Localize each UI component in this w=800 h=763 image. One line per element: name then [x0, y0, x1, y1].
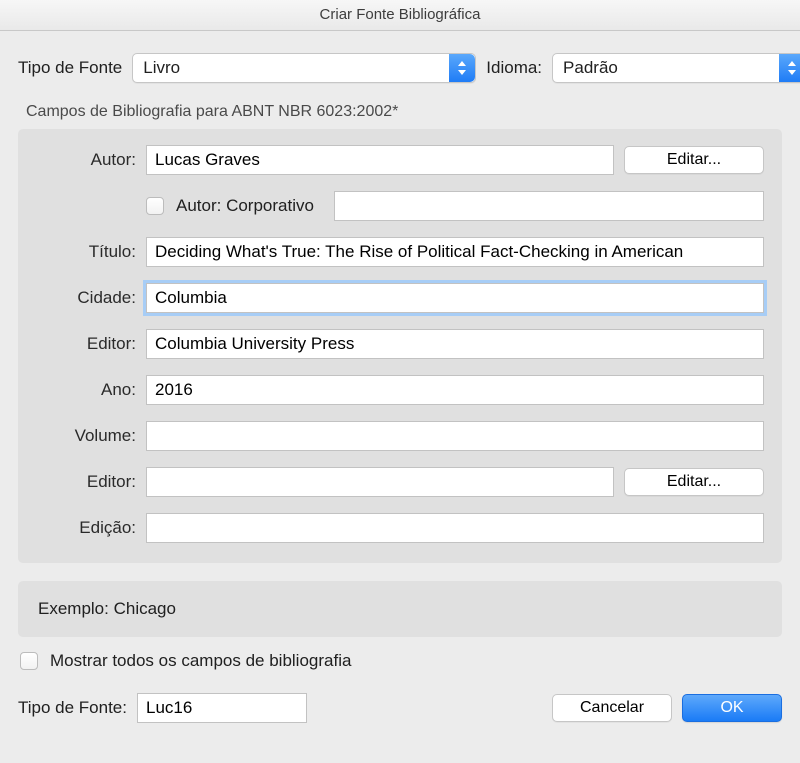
show-all-label: Mostrar todos os campos de bibliografia [50, 651, 351, 671]
city-label: Cidade: [36, 288, 146, 308]
row-editor2: Editor: Editar... [36, 467, 764, 497]
fields-panel: Autor: Editar... Autor: Corporativo Títu… [18, 129, 782, 563]
source-type-select[interactable]: Livro [132, 53, 476, 83]
author-label: Autor: [36, 150, 146, 170]
show-all-checkbox[interactable] [20, 652, 38, 670]
source-type-value: Livro [143, 58, 180, 78]
source-type-label: Tipo de Fonte [18, 58, 122, 78]
author-corporate-checkbox[interactable] [146, 197, 164, 215]
example-panel: Exemplo: Chicago [18, 581, 782, 637]
row-city: Cidade: [36, 283, 764, 313]
updown-icon [449, 54, 475, 82]
language-label: Idioma: [486, 58, 542, 78]
title-label: Título: [36, 242, 146, 262]
row-title: Título: [36, 237, 764, 267]
window-titlebar: Criar Fonte Bibliográfica [0, 0, 800, 31]
show-all-row[interactable]: Mostrar todos os campos de bibliografia [20, 651, 782, 671]
example-text: Exemplo: Chicago [38, 599, 176, 618]
row-edition: Edição: [36, 513, 764, 543]
year-label: Ano: [36, 380, 146, 400]
edition-label: Edição: [36, 518, 146, 538]
volume-label: Volume: [36, 426, 146, 446]
editor2-edit-button[interactable]: Editar... [624, 468, 764, 496]
publisher-input[interactable] [146, 329, 764, 359]
publisher-label: Editor: [36, 334, 146, 354]
ok-button[interactable]: OK [682, 694, 782, 722]
footer-row: Tipo de Fonte: Cancelar OK [18, 693, 782, 723]
row-publisher: Editor: [36, 329, 764, 359]
city-input[interactable] [146, 283, 764, 313]
author-edit-button[interactable]: Editar... [624, 146, 764, 174]
editor2-label: Editor: [36, 472, 146, 492]
author-corporate-toggle[interactable]: Autor: Corporativo [146, 196, 314, 216]
row-volume: Volume: [36, 421, 764, 451]
title-input[interactable] [146, 237, 764, 267]
row-year: Ano: [36, 375, 764, 405]
cancel-button[interactable]: Cancelar [552, 694, 672, 722]
author-input[interactable] [146, 145, 614, 175]
section-label: Campos de Bibliografia para ABNT NBR 602… [26, 103, 782, 121]
language-select[interactable]: Padrão [552, 53, 800, 83]
row-author-corporate: Autor: Corporativo [36, 191, 764, 221]
updown-icon [779, 54, 800, 82]
year-input[interactable] [146, 375, 764, 405]
editor2-input[interactable] [146, 467, 614, 497]
top-row: Tipo de Fonte Livro Idioma: Padrão [18, 53, 782, 83]
row-author: Autor: Editar... [36, 145, 764, 175]
window-title: Criar Fonte Bibliográfica [320, 6, 481, 23]
tag-label: Tipo de Fonte: [18, 698, 127, 718]
edition-input[interactable] [146, 513, 764, 543]
dialog-content: Tipo de Fonte Livro Idioma: Padrão Campo… [0, 31, 800, 723]
tag-input[interactable] [137, 693, 307, 723]
author-corporate-label: Autor: Corporativo [176, 196, 314, 216]
volume-input[interactable] [146, 421, 764, 451]
language-value: Padrão [563, 58, 618, 78]
author-corporate-input[interactable] [334, 191, 764, 221]
